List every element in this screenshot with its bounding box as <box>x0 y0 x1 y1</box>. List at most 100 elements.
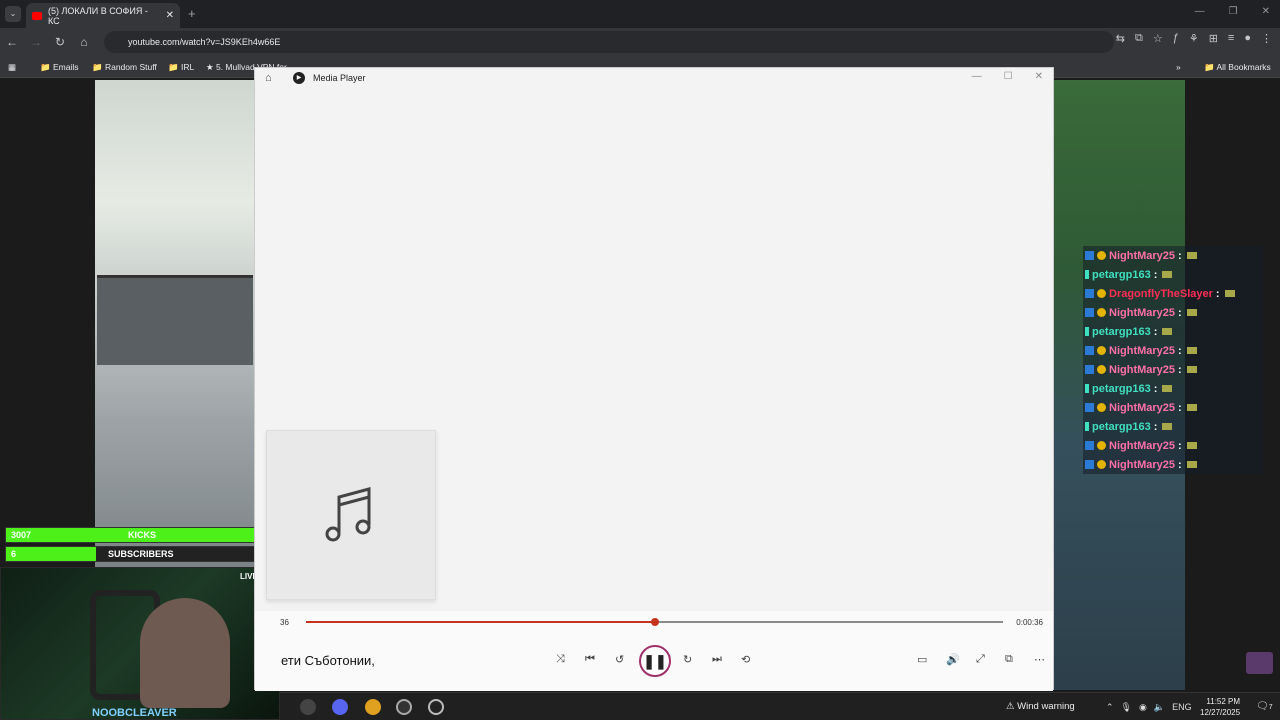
maximize-icon[interactable]: ☐ <box>1004 71 1013 82</box>
extensions-icon[interactable]: ⚘ <box>1189 32 1199 45</box>
emote-icon <box>1162 328 1173 335</box>
chat-username: NightMary25 <box>1109 363 1176 376</box>
shuffle-icon[interactable]: ⤨ <box>556 653 565 666</box>
extension-icons: ⇆ ⧉ ☆ ƒ ⚘ ⊞ ≡ ● ⋮ <box>1116 32 1272 45</box>
volume-icon[interactable]: 🔊 <box>946 653 960 666</box>
sub-badge-icon <box>1097 346 1106 355</box>
kicks-goal-bar: 3007 KICKS 1000 <box>5 527 279 543</box>
obs-icon[interactable] <box>396 699 412 715</box>
system-tray: ⌃ 🎙 ◉ 🔈 ENG <box>1106 702 1192 713</box>
moderator-badge-icon <box>1085 346 1094 355</box>
close-window-icon[interactable]: ✕ <box>1262 6 1270 17</box>
moderator-badge-icon <box>1085 441 1094 450</box>
song-title: ети Съботонии, <box>281 653 375 668</box>
minimize-icon[interactable]: — <box>1195 6 1205 17</box>
close-icon[interactable]: ✕ <box>1035 71 1043 82</box>
emote-icon <box>1186 309 1197 316</box>
address-bar[interactable]: youtube.com/watch?v=JS9KEh4w66E <box>104 31 1114 53</box>
bookmark-emails[interactable]: 📁 Emails <box>40 62 78 73</box>
browser-tab[interactable]: (5) ЛОКАЛИ В СОФИЯ - КС ✕ <box>26 3 180 28</box>
more-options-icon[interactable]: ⋯ <box>1034 653 1045 666</box>
network-icon[interactable]: ◉ <box>1139 702 1147 713</box>
weather-widget[interactable]: ⚠ Wind warning <box>1006 701 1075 712</box>
chat-colon: : <box>1215 287 1220 300</box>
sub-badge-icon <box>1097 289 1106 298</box>
chat-message: NightMary25: <box>1083 455 1263 474</box>
rewind-10-icon[interactable]: ↺ <box>615 653 624 666</box>
sub-badge-icon <box>1097 460 1106 469</box>
miniplayer-icon[interactable]: ⧉ <box>1005 653 1013 666</box>
back-icon[interactable]: ← <box>0 35 24 49</box>
reload-icon[interactable]: ↻ <box>48 35 72 49</box>
media-icon[interactable]: ≡ <box>1228 32 1234 45</box>
captions-icon[interactable]: ▭ <box>917 653 927 666</box>
bookmark-star-icon[interactable]: ☆ <box>1153 32 1163 45</box>
album-art <box>266 430 436 600</box>
chat-username: NightMary25 <box>1109 439 1176 452</box>
window-controls: — ❐ ✕ <box>1195 6 1270 17</box>
emote-icon <box>1162 423 1173 430</box>
notification-icon[interactable]: 🗨7 <box>1256 701 1273 712</box>
home-icon[interactable]: ⌂ <box>265 72 272 84</box>
moderator-badge-icon <box>1085 289 1094 298</box>
taskbar-app-icon[interactable] <box>300 699 316 715</box>
close-tab-icon[interactable]: ✕ <box>166 10 174 21</box>
chat-colon: : <box>1178 344 1182 357</box>
fullscreen-icon[interactable]: ⤢ <box>976 653 985 666</box>
clock-time: 11:52 PM <box>1206 697 1241 706</box>
profile-avatar[interactable]: ● <box>1244 32 1251 45</box>
chat-message: NightMary25: <box>1083 398 1263 417</box>
restore-icon[interactable]: ❐ <box>1229 6 1238 17</box>
previous-icon[interactable]: ⏮ <box>585 653 595 666</box>
chat-colon: : <box>1153 325 1158 338</box>
chat-username: NightMary25 <box>1109 249 1176 262</box>
seek-bar-progress <box>306 621 655 623</box>
translate-icon[interactable]: ⇆ <box>1116 32 1125 45</box>
chat-username: NightMary25 <box>1109 458 1176 471</box>
playback-controls: 36 0:00:36 ети Съботонии, ⤨ ⏮ ↺ ❚❚ ↻ ⏭ ⟲… <box>255 611 1053 691</box>
extension-icon[interactable]: ƒ <box>1173 32 1179 45</box>
seek-bar[interactable] <box>306 618 1003 626</box>
chevron-up-icon[interactable]: ⌃ <box>1106 702 1114 713</box>
seek-thumb[interactable] <box>650 618 659 626</box>
minimize-icon[interactable]: — <box>972 71 982 82</box>
menu-icon[interactable]: ⋮ <box>1261 32 1272 45</box>
forward-icon[interactable]: → <box>24 35 48 49</box>
chat-colon: : <box>1178 306 1182 319</box>
more-bookmarks-icon[interactable]: » <box>1176 62 1181 72</box>
media-player-taskbar-icon[interactable] <box>428 699 444 715</box>
forward-30-icon[interactable]: ↻ <box>683 653 692 666</box>
clock[interactable]: 11:52 PM 12/27/2025 <box>1200 696 1240 718</box>
next-icon[interactable]: ⏭ <box>712 653 722 666</box>
puzzle-icon[interactable]: ⊞ <box>1209 32 1218 45</box>
chat-username: petargp163 <box>1092 268 1151 281</box>
new-tab-button[interactable]: + <box>188 6 196 21</box>
chat-username: petargp163 <box>1092 382 1151 395</box>
discord-icon[interactable] <box>332 699 348 715</box>
install-icon[interactable]: ⧉ <box>1135 32 1143 45</box>
microphone-icon[interactable]: 🎙 <box>1121 702 1132 713</box>
stream-logo <box>1246 652 1273 674</box>
pause-button[interactable]: ❚❚ <box>639 645 671 677</box>
sub-badge-icon <box>1097 441 1106 450</box>
youtube-icon <box>32 11 42 20</box>
chat-message: petargp163: <box>1083 417 1263 436</box>
all-bookmarks[interactable]: 📁 All Bookmarks <box>1204 62 1271 73</box>
tab-search-button[interactable]: ⌄ <box>5 6 21 22</box>
remaining-time: 0:00:36 <box>1016 618 1043 627</box>
chat-overlay: NightMary25: petargp163: DragonflyTheSlaye… <box>1083 246 1263 474</box>
home-icon[interactable]: ⌂ <box>72 35 96 49</box>
bookmark-irl[interactable]: 📁 IRL <box>168 62 194 73</box>
bookmark-random-stuff[interactable]: 📁 Random Stuff <box>92 62 157 73</box>
chrome-icon[interactable] <box>365 699 381 715</box>
moderator-badge-icon <box>1085 251 1094 260</box>
emote-icon <box>1186 347 1197 354</box>
music-note-icon <box>325 487 371 542</box>
language-indicator[interactable]: ENG <box>1172 702 1192 713</box>
volume-tray-icon[interactable]: 🔈 <box>1154 702 1165 713</box>
chat-username: petargp163 <box>1092 325 1151 338</box>
chat-message: DragonflyTheSlayer: <box>1083 284 1263 303</box>
emote-icon <box>1224 290 1235 297</box>
repeat-icon[interactable]: ⟲ <box>741 653 750 666</box>
apps-icon[interactable]: ▦ <box>8 62 16 73</box>
